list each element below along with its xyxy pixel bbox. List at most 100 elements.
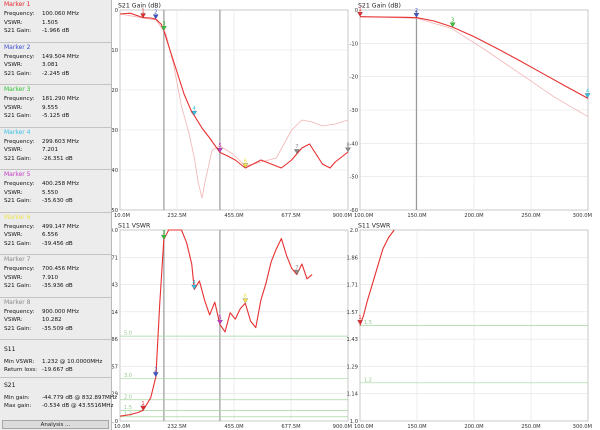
y-tick-label: 1.29	[346, 364, 358, 370]
marker-row: S21 Gain: -35.630 dB	[4, 197, 110, 205]
marker-row-value: -26.351 dB	[42, 155, 73, 162]
marker-row-value: 100.060 MHz	[42, 11, 79, 17]
marker-row: S21 Gain: -35.509 dB	[4, 325, 110, 333]
s11-separator	[0, 377, 111, 378]
marker-number: 1	[358, 7, 361, 13]
marker-row-label: VSWR:	[4, 147, 23, 153]
s11-return-loss-value: -19.667 dB	[42, 367, 73, 373]
x-tick-label: 150.0M	[407, 424, 426, 430]
marker-panel-6[interactable]: Marker 6 Frequency: 499.147 MHz VSWR: 6.556 S…	[0, 213, 111, 254]
marker-row: Frequency: 299.603 MHz	[4, 138, 110, 146]
x-tick-label: 300.0M	[573, 213, 592, 219]
y-tick-label: -20	[350, 75, 358, 81]
marker-row-label: S21 Gain:	[4, 198, 32, 204]
marker-row-label: Frequency:	[4, 11, 35, 17]
marker-row-label: Frequency:	[4, 96, 35, 102]
marker-row-label: VSWR:	[4, 62, 23, 68]
marker-panel-7[interactable]: Marker 7 Frequency: 700.456 MHz VSWR: 7.910 S…	[0, 255, 111, 296]
marker-row: VSWR: 10.282	[4, 316, 110, 324]
marker-row-label: VSWR:	[4, 104, 23, 111]
marker-row: VSWR: 7.201	[4, 146, 110, 154]
marker-number: 5	[218, 315, 221, 321]
s11-return-loss: Return loss: -19.667 dB	[4, 366, 73, 374]
y-tick-label: 10.0	[112, 228, 118, 234]
marker-number: 3	[451, 18, 454, 24]
s21-min-gain-value: -44.779 dB @ 832.897MHz	[42, 395, 118, 401]
marker-row-value: 10.282	[42, 317, 62, 323]
chart-title: S21 Gain (dB)	[358, 3, 401, 10]
marker-row-value: 499.147 MHz	[42, 223, 79, 230]
marker-row-label: Frequency:	[4, 53, 35, 60]
marker-row: Frequency: 700.456 MHz	[4, 265, 110, 273]
marker-row-label: S21 Gain:	[4, 28, 32, 34]
marker-row-value: -39.456 dB	[42, 240, 73, 247]
marker-panel-5[interactable]: Marker 5 Frequency: 400.258 MHz VSWR: 5.550 S…	[0, 170, 111, 211]
marker-row-value: 5.550	[42, 189, 59, 196]
s11-min-vswr-value: 1.232 @ 10.0000MHz	[42, 359, 103, 365]
vswr-reference-label: 1.5	[364, 320, 372, 326]
x-tick-label: 677.5M	[281, 424, 300, 430]
y-tick-label: 8.71	[112, 255, 118, 261]
marker-row-label: VSWR:	[4, 274, 23, 281]
marker-number: 3	[162, 21, 165, 27]
chart-title: S11 VSWR	[118, 223, 151, 230]
marker-row: VSWR: 3.081	[4, 61, 110, 69]
chart-title: S11 VSWR	[358, 223, 391, 230]
marker-row-value: -35.630 dB	[42, 198, 73, 204]
marker-row: Frequency: 499.147 MHz	[4, 223, 110, 231]
x-tick-label: 232.5M	[167, 424, 186, 430]
marker-row: Frequency: 900.000 MHz	[4, 308, 110, 316]
y-tick-label: 2.0	[350, 228, 358, 234]
marker-row-value: 900.000 MHz	[42, 308, 79, 315]
marker-row-value: 1.505	[42, 19, 59, 26]
y-tick-label: -30	[112, 128, 118, 134]
x-tick-label: 455.0M	[224, 424, 243, 430]
marker-row: Frequency: 181.290 MHz	[4, 95, 110, 103]
x-tick-label: 250.0M	[521, 213, 540, 219]
marker-row-label: S21 Gain:	[4, 325, 32, 332]
marker-row: S21 Gain: -1.966 dB	[4, 27, 110, 35]
marker-row-value: 6.556	[42, 232, 59, 238]
marker-separator	[0, 339, 111, 340]
marker-panel-2[interactable]: Marker 2 Frequency: 149.504 MHz VSWR: 3.081 S…	[0, 43, 111, 84]
marker-row-label: Frequency:	[4, 266, 35, 272]
marker-row: VSWR: 7.910	[4, 274, 110, 282]
marker-number: 7	[295, 144, 298, 150]
marker-panel-4[interactable]: Marker 4 Frequency: 299.603 MHz VSWR: 7.201 S…	[0, 128, 111, 169]
x-tick-label: 250.0M	[521, 424, 540, 430]
marker-row-label: VSWR:	[4, 19, 23, 26]
analyze-button[interactable]: Analysis ...	[2, 420, 109, 429]
s21-max-gain: Max gain: -0.534 dB @ 43.5516MHz	[4, 402, 113, 410]
x-tick-label: 200.0M	[464, 424, 483, 430]
y-tick-label: 1.86	[346, 255, 358, 261]
marker-row: S21 Gain: -5.125 dB	[4, 112, 110, 120]
marker-row-value: -35.936 dB	[42, 283, 73, 289]
marker-panel-3[interactable]: Marker 3 Frequency: 181.290 MHz VSWR: 9.555 S…	[0, 85, 111, 126]
y-tick-label: 1.71	[346, 283, 358, 289]
y-tick-label: -40	[112, 168, 118, 174]
marker-row-label: Frequency:	[4, 308, 35, 315]
s11-min-vswr: Min VSWR: 1.232 @ 10.0000MHz	[4, 358, 102, 366]
vswr-reference-label: 2.0	[124, 394, 132, 400]
marker-row-label: S21 Gain:	[4, 113, 32, 119]
x-tick-label: 677.5M	[281, 213, 300, 219]
marker-row-label: S21 Gain:	[4, 283, 32, 289]
marker-panel-1[interactable]: Marker 1 Frequency: 100.060 MHz VSWR: 1.505 S…	[0, 0, 111, 41]
marker-panel-8[interactable]: Marker 8 Frequency: 900.000 MHz VSWR: 10.282…	[0, 298, 111, 339]
marker-row: Frequency: 149.504 MHz	[4, 53, 110, 61]
marker-row: VSWR: 5.550	[4, 189, 110, 197]
marker-number: 3	[162, 230, 165, 236]
marker-row-label: S21 Gain:	[4, 70, 32, 77]
marker-sidebar: Marker 1 Frequency: 100.060 MHz VSWR: 1.505 S…	[0, 0, 117, 430]
marker-row-value: -35.509 dB	[42, 325, 73, 332]
y-tick-label: -20	[112, 88, 118, 94]
s21-max-gain-value: -0.534 dB @ 43.5516MHz	[42, 403, 114, 409]
marker-title: Marker 6	[4, 213, 31, 221]
marker-row-label: Frequency:	[4, 138, 35, 145]
marker-title: Marker 3	[4, 86, 31, 93]
marker-number: 2	[154, 9, 157, 15]
marker-row: Frequency: 100.060 MHz	[4, 10, 110, 18]
y-tick-label: 1.57	[346, 310, 358, 316]
marker-row-value: 700.456 MHz	[42, 266, 79, 272]
x-tick-label: 10.0M	[114, 424, 130, 430]
